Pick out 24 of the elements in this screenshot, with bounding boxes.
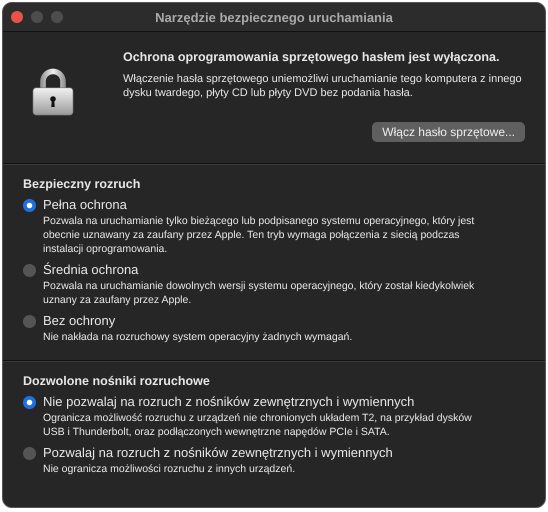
section-heading: Bezpieczny rozruch xyxy=(23,177,142,191)
section-heading: Dozwolone nośniki rozruchowe xyxy=(23,374,211,388)
option-description: Nie nakłada na rozruchowy system operacyjny żadnych wymagań. xyxy=(43,330,352,344)
window-title: Narzędzie bezpiecznego uruchamiania xyxy=(155,10,393,24)
option-label[interactable]: Nie pozwalaj na rozruch z nośników zewnętrznych i wymiennych xyxy=(43,394,493,409)
enable-password-button[interactable]: Włącz hasło sprzętowe... xyxy=(372,122,525,142)
minimize-button[interactable] xyxy=(31,11,43,23)
option-description: Nie ogranicza możliwości rozruchu z innych urządzeń. xyxy=(43,462,296,476)
option-label[interactable]: Pozwalaj na rozruch z nośników zewnętrznych i wymiennych xyxy=(43,445,393,460)
radio-button[interactable] xyxy=(23,315,36,328)
option-label[interactable]: Bez ochrony xyxy=(43,313,352,328)
radio-button[interactable] xyxy=(23,396,36,409)
close-button[interactable] xyxy=(11,11,23,23)
zoom-button[interactable] xyxy=(51,11,63,23)
option-label[interactable]: Pełna ochrona xyxy=(43,197,493,212)
option-description: Pozwala na uruchamianie dowolnych wersji systemu operacyjnego, który został kiedykolwiek uznany za zaufany przez Apple. xyxy=(43,279,476,307)
option-description: Ogranicza możliwość rozruchu z urządzeń nie chronionych układem T2, na przykład dysków USB i Thunderbolt, oraz podłączonych wewnętrzne napędów PCIe i SATA. xyxy=(43,411,473,439)
radio-button[interactable] xyxy=(23,447,36,460)
radio-button[interactable] xyxy=(23,199,36,212)
status-heading: Ochrona oprogramowania sprzętowego hasłem jest wyłączona. xyxy=(123,50,500,64)
option-label[interactable]: Średnia ochrona xyxy=(43,262,493,277)
radio-button[interactable] xyxy=(23,264,36,277)
status-message: Włączenie hasła sprzętowego uniemożliwi uruchamianie tego komputera z innego dysku twardego, płyty CD lub płyty DVD bez podania hasła. xyxy=(123,72,523,100)
option-description: Pozwala na uruchamianie tylko bieżącego lub podpisanego systemu operacyjnego, który jest obecnie uznawany za zaufany przez Apple. Ten tryb wymaga połączenia z siecią podczas instalacji oprogramowania. xyxy=(43,214,476,256)
